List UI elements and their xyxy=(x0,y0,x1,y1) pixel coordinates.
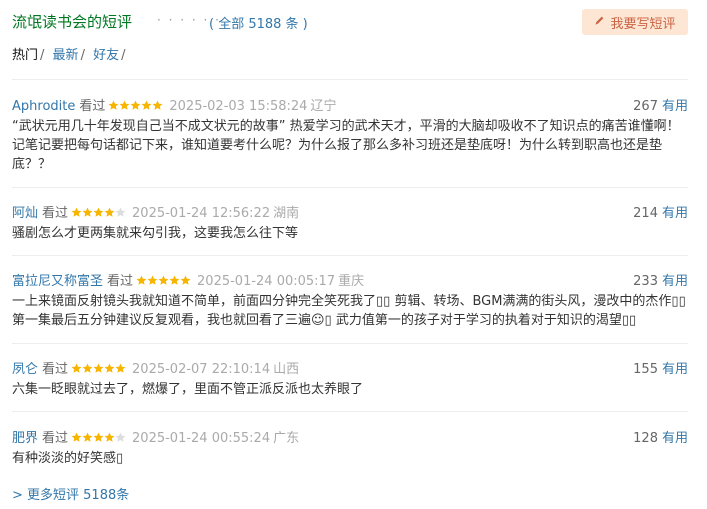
divider xyxy=(12,343,688,344)
watch-status: 看过 xyxy=(42,206,69,221)
vote-count: 214 xyxy=(633,206,658,221)
comment-author[interactable]: 阿灿 xyxy=(12,206,38,221)
useful-button[interactable]: 有用 xyxy=(662,362,688,377)
rating-stars xyxy=(136,275,191,290)
star-icon xyxy=(93,432,104,442)
tab-separator: / xyxy=(80,48,85,63)
vote-count: 128 xyxy=(633,431,658,446)
vote-count: 267 xyxy=(633,99,658,114)
star-icon xyxy=(108,100,119,110)
divider xyxy=(12,255,688,256)
votes: 233 有用 xyxy=(633,270,688,289)
rating-stars xyxy=(108,100,163,115)
comment-item: 富拉尼又称富圣 看过 2025-01-24 00:05:17 重庆 233 有用 一上来… xyxy=(12,270,688,330)
comment-author[interactable]: 肥界 xyxy=(12,431,38,446)
comments-panel: 流氓读书会的短评 · · · · · · ( 全部 5188 条 ) 我要写短评… xyxy=(0,0,707,509)
votes: 155 有用 xyxy=(633,358,688,377)
rating-stars xyxy=(71,207,126,222)
page-title[interactable]: 流氓读书会的短评 xyxy=(12,11,132,32)
comment-location: 重庆 xyxy=(338,274,365,289)
star-icon xyxy=(119,100,130,110)
star-icon xyxy=(104,207,115,217)
comment-time: 2025-01-24 00:05:17 xyxy=(197,274,336,289)
watch-status: 看过 xyxy=(107,274,134,289)
comment-time: 2025-02-07 22:10:14 xyxy=(132,362,271,377)
star-icon xyxy=(147,275,158,285)
comment-text: 一上来镜面反射镜头我就知道不简单，前面四分钟完全笑死我了▯▯ 剪辑、转场、BGM… xyxy=(12,294,686,328)
vote-count: 155 xyxy=(633,362,658,377)
comment-author[interactable]: 富拉尼又称富圣 xyxy=(12,274,103,289)
rating-stars xyxy=(71,432,126,447)
write-review-button[interactable]: 我要写短评 xyxy=(582,9,688,35)
star-icon xyxy=(104,432,115,442)
comment-text: 有种淡淡的好笑感▯ xyxy=(12,451,124,466)
pencil-icon xyxy=(594,15,605,30)
comment-location: 广东 xyxy=(273,431,300,446)
comment-item: Aphrodite 看过 2025-02-03 15:58:24 辽宁 267 有用 “… xyxy=(12,95,688,174)
star-icon xyxy=(115,207,126,217)
star-icon xyxy=(115,363,126,373)
star-icon xyxy=(82,207,93,217)
star-icon xyxy=(141,100,152,110)
votes: 128 有用 xyxy=(633,427,688,446)
comment-time: 2025-02-03 15:58:24 xyxy=(169,99,308,114)
star-icon xyxy=(158,275,169,285)
star-icon xyxy=(180,275,191,285)
watch-status: 看过 xyxy=(79,99,106,114)
star-icon xyxy=(104,363,115,373)
star-icon xyxy=(82,363,93,373)
comment-time: 2025-01-24 00:55:24 xyxy=(132,431,271,446)
comment-time: 2025-01-24 12:56:22 xyxy=(132,206,271,221)
star-icon xyxy=(115,432,126,442)
useful-button[interactable]: 有用 xyxy=(662,431,688,446)
tab-separator: / xyxy=(121,48,126,63)
star-icon xyxy=(71,207,82,217)
useful-button[interactable]: 有用 xyxy=(662,206,688,221)
comment-location: 山西 xyxy=(273,362,300,377)
rating-stars xyxy=(71,363,126,378)
votes: 214 有用 xyxy=(633,202,688,221)
star-icon xyxy=(82,432,93,442)
star-icon xyxy=(130,100,141,110)
comment-author[interactable]: Aphrodite xyxy=(12,99,75,114)
tab-friends[interactable]: 好友 xyxy=(93,48,119,63)
star-icon xyxy=(71,432,82,442)
tab-separator: / xyxy=(40,48,45,63)
tab-hot[interactable]: 热门 xyxy=(12,48,38,63)
comment-text: 六集一眨眼就过去了，燃爆了，里面不管正派反派也太养眼了 xyxy=(12,382,364,397)
comment-item: 肥界 看过 2025-01-24 00:55:24 广东 128 有用 有种淡淡的好笑感… xyxy=(12,427,688,468)
comment-item: 阿灿 看过 2025-01-24 12:56:22 湖南 214 有用 骚剧怎么才更两集… xyxy=(12,202,688,243)
comment-item: 夙仑 看过 2025-02-07 22:10:14 山西 155 有用 六集一眨眼就过去… xyxy=(12,358,688,399)
more-comments-link[interactable]: > 更多短评 5188条 xyxy=(12,484,129,503)
vote-count: 233 xyxy=(633,274,658,289)
sort-tabs: 热门 / 最新 / 好友 / xyxy=(12,44,130,63)
star-icon xyxy=(93,207,104,217)
write-review-label: 我要写短评 xyxy=(610,16,676,32)
header: 流氓读书会的短评 · · · · · · ( 全部 5188 条 ) 我要写短评 xyxy=(12,9,688,37)
comment-text: “武状元用几十年发现自己当不成文状元的故事” 热爱学习的武术天才，平滑的大脑却吸… xyxy=(12,119,680,172)
star-icon xyxy=(169,275,180,285)
star-icon xyxy=(136,275,147,285)
comment-text: 骚剧怎么才更两集就来勾引我，这要我怎么往下等 xyxy=(12,226,299,241)
total-count-link[interactable]: ( 全部 5188 条 ) xyxy=(209,13,308,32)
star-icon xyxy=(71,363,82,373)
tab-latest[interactable]: 最新 xyxy=(53,48,79,63)
watch-status: 看过 xyxy=(42,362,69,377)
divider xyxy=(12,411,688,412)
star-icon xyxy=(93,363,104,373)
watch-status: 看过 xyxy=(42,431,69,446)
useful-button[interactable]: 有用 xyxy=(662,99,688,114)
votes: 267 有用 xyxy=(633,95,688,114)
star-icon xyxy=(152,100,163,110)
comment-location: 湖南 xyxy=(273,206,300,221)
divider xyxy=(12,79,688,80)
comment-location: 辽宁 xyxy=(310,99,337,114)
comment-author[interactable]: 夙仑 xyxy=(12,362,38,377)
divider xyxy=(12,187,688,188)
useful-button[interactable]: 有用 xyxy=(662,274,688,289)
